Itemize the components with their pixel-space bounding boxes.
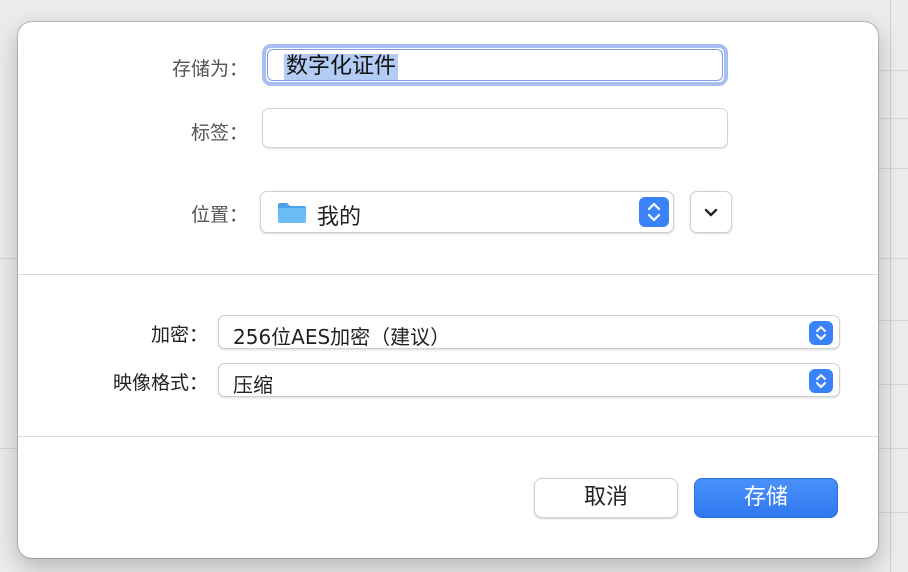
location-popup[interactable]: 我的	[260, 191, 674, 233]
save-dialog: 存储为： 数字化证件 标签： 位置： 我的 加密： 256位AES加密（建议） …	[18, 22, 878, 558]
chevron-down-icon	[701, 202, 721, 222]
up-down-chevron-icon	[809, 369, 833, 393]
filename-input[interactable]: 数字化证件	[262, 44, 728, 86]
tags-label: 标签：	[190, 122, 248, 144]
divider-bottom	[18, 436, 878, 437]
cancel-button[interactable]: 取消	[534, 478, 678, 518]
expand-dialog-button[interactable]	[690, 191, 732, 233]
location-label: 位置：	[190, 204, 248, 226]
encryption-popup[interactable]: 256位AES加密（建议）	[218, 315, 840, 349]
divider-top	[18, 274, 878, 275]
up-down-chevron-icon	[639, 197, 669, 227]
tags-input[interactable]	[262, 108, 728, 148]
save-as-label: 存储为：	[171, 58, 248, 80]
up-down-chevron-icon	[809, 321, 833, 345]
folder-icon	[277, 200, 307, 224]
image-format-label: 映像格式：	[112, 372, 208, 394]
image-format-popup[interactable]: 压缩	[218, 363, 840, 397]
location-value: 我的	[317, 205, 362, 230]
save-button[interactable]: 存储	[694, 478, 838, 518]
image-format-value: 压缩	[233, 373, 273, 397]
filename-selected-text[interactable]: 数字化证件	[284, 54, 399, 80]
encryption-label: 加密：	[150, 324, 208, 346]
encryption-value: 256位AES加密（建议）	[233, 325, 451, 349]
